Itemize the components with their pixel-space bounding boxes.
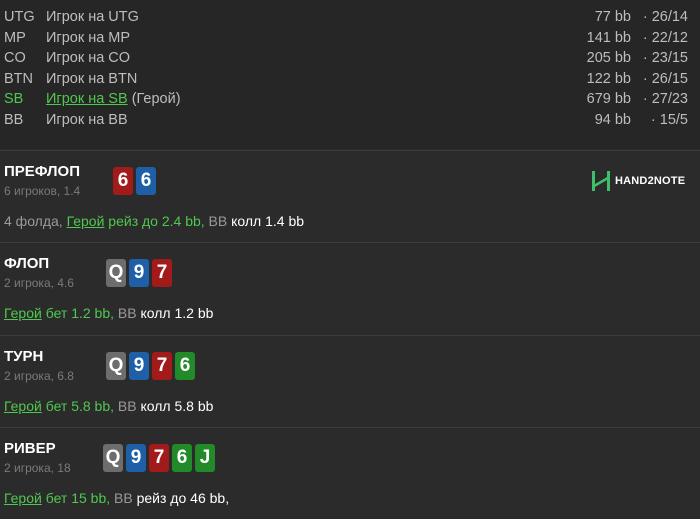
player-stack: 679 bb [586,91,631,107]
player-stats: · 26/14 [642,9,688,25]
board-cards: Q976 [106,352,195,380]
card: 9 [126,444,146,472]
street-title: ТУРН [4,348,44,365]
villain-position: BB [114,398,137,414]
street-title: РИВЕР [4,440,56,457]
hero-action: рейз до 2.4 bb, [104,213,205,229]
villain-action: колл 1.2 bb [136,305,214,321]
villain-action: рейз до 46 bb [132,490,226,506]
villain-action: колл 5.8 bb [136,398,214,414]
player-stack: 122 bb [586,71,631,87]
card: J [195,444,215,472]
player-row-btn[interactable]: BTN Игрок на BTN 122 bb · 26/15 [0,69,700,89]
player-position: CO [4,50,26,66]
street-turn: ТУРН 2 игрока, 6.8 Q976 Герой бет 5.8 bb… [0,335,700,426]
player-name[interactable]: Игрок на CO [46,48,130,68]
player-position: BTN [4,71,33,87]
hole-cards: 66 [113,167,156,195]
player-position: MP [4,30,26,46]
street-info: 6 игроков, 1.4 [4,184,81,198]
villain-action: колл 1.4 bb [227,213,305,229]
player-stats: · 27/23 [642,91,688,107]
player-stack: 141 bb [586,30,631,46]
hero-link[interactable]: Герой [4,305,42,321]
players-table: UTG Игрок на UTG 77 bb · 26/14 MP Игрок … [0,0,700,149]
card: 9 [129,259,149,287]
villain-position: BB [114,305,137,321]
street-action: Герой бет 5.8 bb, BB колл 5.8 bb [4,398,213,414]
player-stack: 205 bb [586,50,631,66]
hero-action: бет 1.2 bb, [41,305,115,321]
street-title: ФЛОП [4,255,50,272]
card: 7 [152,352,172,380]
card: 7 [152,259,172,287]
player-stats: · 15/5 [650,112,688,128]
player-name[interactable]: Игрок на BTN [46,69,137,89]
card: Q [106,352,126,380]
street-info: 2 игрока, 6.8 [4,369,74,383]
hero-link[interactable]: Герой [4,398,42,414]
player-position: BB [4,112,24,128]
street-title: ПРЕФЛОП [4,163,80,180]
hero-link[interactable]: Герой [4,490,42,506]
trailing-punct: , [225,490,230,506]
villain-position: BB [110,490,133,506]
player-position: SB [4,91,24,107]
hero-player-name[interactable]: Игрок на SB (Герой) [46,89,181,109]
card: 9 [129,352,149,380]
villain-position: BB [204,213,228,229]
card: 6 [172,444,192,472]
street-action: 4 фолда, Герой рейз до 2.4 bb, BB колл 1… [4,213,304,229]
board-cards: Q97 [106,259,172,287]
street-info: 2 игрока, 4.6 [4,276,74,290]
street-river: РИВЕР 2 игрока, 18 Q976J Герой бет 15 bb… [0,427,700,518]
player-stats: · 23/15 [642,50,688,66]
hero-name-link[interactable]: Игрок на SB [46,91,128,107]
player-row-mp[interactable]: MP Игрок на MP 141 bb · 22/12 [0,28,700,48]
street-preflop: ПРЕФЛОП 6 игроков, 1.4 66 4 фолда, Герой… [0,150,700,241]
card: Q [106,259,126,287]
hand2note-logo: HAND2NOTE [591,170,685,192]
player-name[interactable]: Игрок на UTG [46,7,139,27]
player-row-co[interactable]: CO Игрок на CO 205 bb · 23/15 [0,48,700,68]
hero-link[interactable]: Герой [67,213,105,229]
street-info: 2 игрока, 18 [4,461,71,475]
player-stack: 94 bb [594,112,631,128]
player-name[interactable]: Игрок на BB [46,110,128,130]
hero-action: бет 5.8 bb, [41,398,115,414]
player-row-utg[interactable]: UTG Игрок на UTG 77 bb · 26/14 [0,7,700,27]
player-row-bb[interactable]: BB Игрок на BB 94 bb · 15/5 [0,110,700,130]
hero-tag: (Герой) [131,91,181,107]
card: Q [103,444,123,472]
hand2note-logo-text: HAND2NOTE [615,175,686,187]
player-stack: 77 bb [594,9,631,25]
hand2note-logo-icon [592,171,610,191]
card: 6 [113,167,133,195]
street-flop: ФЛОП 2 игрока, 4.6 Q97 Герой бет 1.2 bb,… [0,242,700,333]
street-action: Герой бет 15 bb, BB рейз до 46 bb, [4,490,229,506]
player-row-sb-hero[interactable]: SB Игрок на SB (Герой) 679 bb · 27/23 [0,89,700,109]
player-name[interactable]: Игрок на MP [46,28,130,48]
folds-text: 4 фолда, [4,213,67,229]
hero-action: бет 15 bb, [41,490,111,506]
player-stats: · 26/15 [642,71,688,87]
board-cards: Q976J [103,444,215,472]
player-position: UTG [4,9,35,25]
card: 6 [175,352,195,380]
card: 6 [136,167,156,195]
card: 7 [149,444,169,472]
player-stats: · 22/12 [642,30,688,46]
street-action: Герой бет 1.2 bb, BB колл 1.2 bb [4,305,213,321]
